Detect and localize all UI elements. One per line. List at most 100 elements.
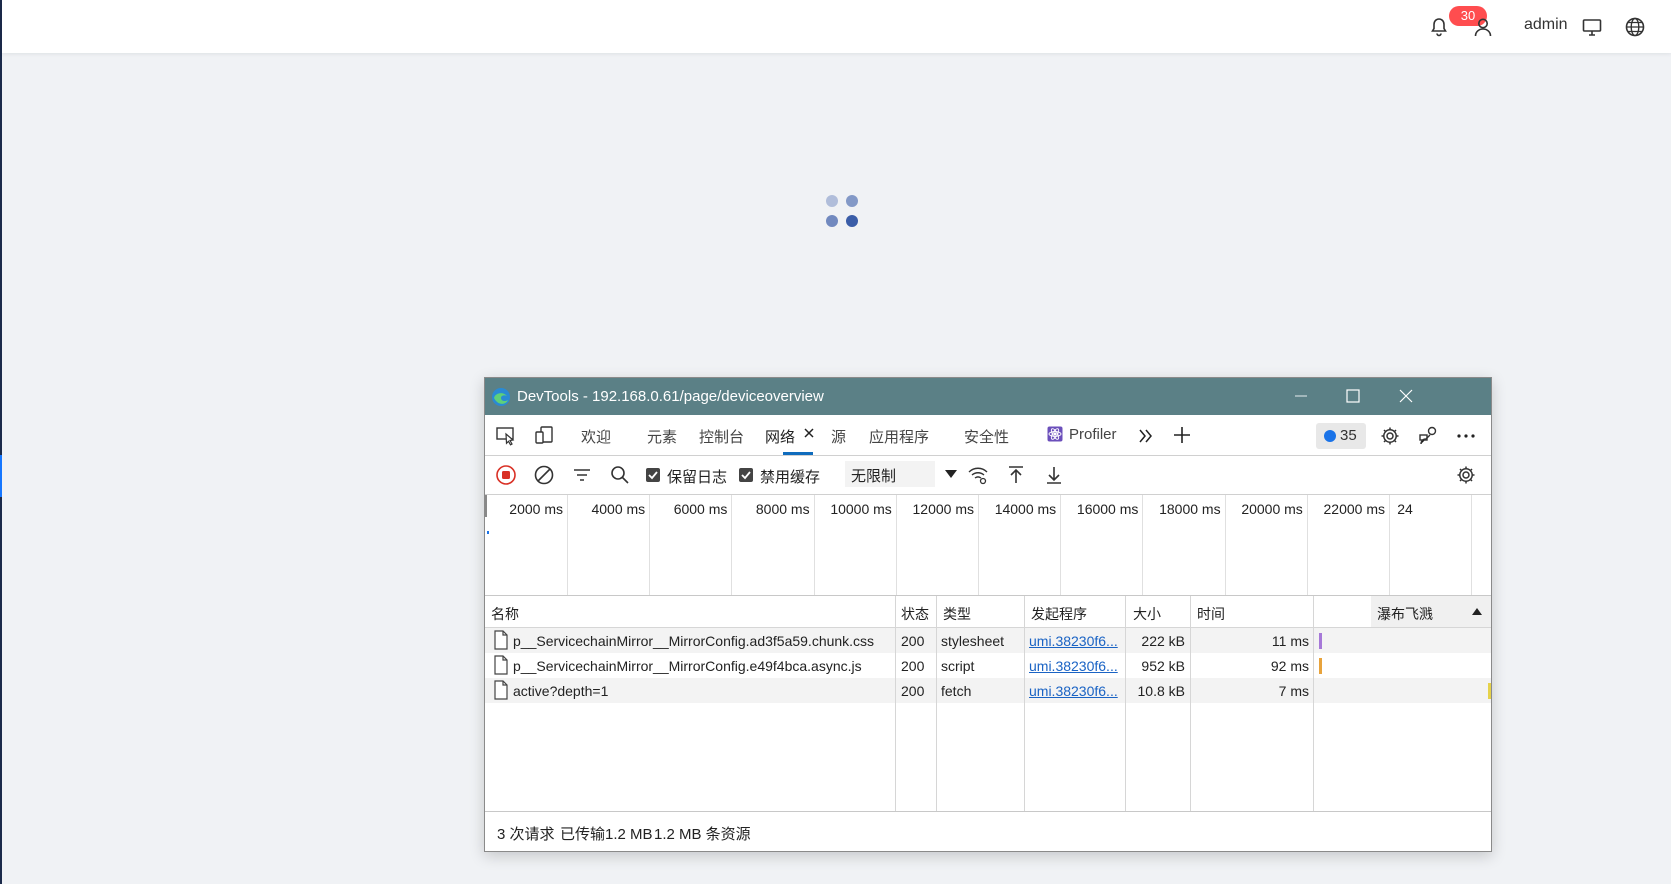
tab-network[interactable]: 网络 <box>765 426 795 447</box>
column-divider[interactable] <box>936 596 937 812</box>
close-tab-icon[interactable] <box>801 425 817 441</box>
more-options-icon[interactable] <box>1455 425 1477 447</box>
close-icon[interactable] <box>1392 384 1420 408</box>
request-size: 952 kB <box>1141 658 1185 674</box>
bell-icon[interactable] <box>1428 16 1450 38</box>
gear-icon[interactable] <box>1379 425 1401 447</box>
timeline-gridline <box>1060 495 1062 595</box>
timeline-tick-label: 2000 ms <box>509 501 563 517</box>
request-table: 名称 状态 类型 发起程序 大小 时间 瀑布飞溅 p__Servicechain… <box>485 596 1491 812</box>
timeline-gridline <box>567 495 568 595</box>
column-initiator[interactable]: 发起程序 <box>1031 604 1087 624</box>
request-name: p__ServicechainMirror__MirrorConfig.e49f… <box>513 658 862 674</box>
network-status-bar: 3 次请求 已传输1.2 MB 1.2 MB 条资源 <box>485 811 1491 851</box>
preserve-log-checkbox[interactable] <box>646 468 660 482</box>
network-conditions-icon[interactable] <box>967 464 989 486</box>
request-count: 3 次请求 <box>497 826 555 843</box>
record-stop-icon[interactable] <box>495 464 517 486</box>
devtools-tab-bar: 欢迎 元素 控制台 网络 源 应用程序 安全性 Profiler 35 <box>485 415 1491 456</box>
device-emulation-icon[interactable] <box>533 424 555 446</box>
user-icon[interactable] <box>1472 16 1494 38</box>
request-name: p__ServicechainMirror__MirrorConfig.ad3f… <box>513 633 875 649</box>
timeline-gridline <box>1471 495 1473 595</box>
column-divider[interactable] <box>1125 596 1126 812</box>
timeline-tick-label: 14000 ms <box>994 501 1057 517</box>
column-divider[interactable] <box>1313 596 1314 812</box>
edge-logo-icon <box>491 387 511 407</box>
tab-profiler[interactable]: Profiler <box>1069 426 1117 443</box>
request-type: fetch <box>941 683 972 699</box>
timeline-gridline <box>1389 495 1390 595</box>
tab-security[interactable]: 安全性 <box>964 426 1009 447</box>
column-size[interactable]: 大小 <box>1133 604 1161 624</box>
connected-devices-icon[interactable] <box>1417 425 1439 447</box>
table-row[interactable]: p__ServicechainMirror__MirrorConfig.ad3f… <box>485 628 1491 653</box>
disable-cache-checkbox[interactable] <box>739 468 753 482</box>
column-status[interactable]: 状态 <box>901 604 929 624</box>
download-icon[interactable] <box>1043 464 1065 486</box>
column-divider[interactable] <box>1190 596 1191 812</box>
file-icon <box>493 655 509 675</box>
username-label[interactable]: admin <box>1524 16 1568 34</box>
tab-welcome[interactable]: 欢迎 <box>581 426 611 447</box>
sidebar-edge <box>0 0 2 884</box>
top-header: 30 admin <box>2 0 1671 53</box>
add-tab-icon[interactable] <box>1171 424 1193 446</box>
request-initiator-link[interactable]: umi.38230f6... <box>1029 683 1118 699</box>
request-initiator-link[interactable]: umi.38230f6... <box>1029 633 1118 649</box>
overview-start-marker <box>485 495 487 517</box>
waterfall-bar <box>1319 658 1322 674</box>
timeline-tick-label: 10000 ms <box>830 501 892 517</box>
column-divider[interactable] <box>895 596 896 812</box>
tab-sources[interactable]: 源 <box>831 426 846 447</box>
file-icon <box>493 630 509 650</box>
devtools-title: DevTools - 192.168.0.61/page/deviceoverv… <box>517 388 824 405</box>
column-time[interactable]: 时间 <box>1197 604 1225 624</box>
inspect-element-icon[interactable] <box>495 424 517 446</box>
timeline-gridline <box>731 495 733 595</box>
table-row[interactable]: active?depth=1 200 fetch umi.38230f6... … <box>485 678 1491 703</box>
more-tabs-icon[interactable] <box>1135 425 1157 447</box>
minimize-icon[interactable] <box>1287 384 1315 408</box>
maximize-icon[interactable] <box>1339 384 1367 408</box>
globe-icon[interactable] <box>1624 16 1646 38</box>
clear-icon[interactable] <box>533 464 555 486</box>
monitor-icon[interactable] <box>1581 16 1603 38</box>
request-type: script <box>941 658 975 674</box>
tab-elements[interactable]: 元素 <box>647 426 677 447</box>
filter-icon[interactable] <box>571 464 593 486</box>
network-overview-timeline[interactable]: 2000 ms 4000 ms 6000 ms 8000 ms 10000 ms 1200… <box>485 495 1491 596</box>
timeline-gridline <box>649 495 651 595</box>
timeline-tick-label: 8000 ms <box>755 501 810 517</box>
tab-application[interactable]: 应用程序 <box>869 426 929 447</box>
tab-console[interactable]: 控制台 <box>699 426 744 447</box>
loading-spinner <box>826 195 862 231</box>
network-settings-icon[interactable] <box>1455 464 1477 486</box>
search-icon[interactable] <box>609 464 631 486</box>
request-time: 11 ms <box>1271 633 1309 649</box>
column-name[interactable]: 名称 <box>491 604 519 624</box>
preserve-log-label[interactable]: 保留日志 <box>667 466 727 487</box>
column-type[interactable]: 类型 <box>943 604 971 624</box>
sidebar-active-indicator <box>0 455 2 497</box>
transferred-size: 已传输1.2 MB <box>560 826 653 843</box>
upload-icon[interactable] <box>1005 464 1027 486</box>
devtools-title-bar[interactable]: DevTools - 192.168.0.61/page/deviceoverv… <box>485 378 1491 415</box>
request-time: 92 ms <box>1270 658 1309 674</box>
column-divider[interactable] <box>1024 596 1025 812</box>
chevron-down-icon[interactable] <box>945 470 957 478</box>
request-time: 7 ms <box>1278 683 1309 699</box>
issues-counter[interactable]: 35 <box>1316 423 1366 449</box>
request-table-header: 名称 状态 类型 发起程序 大小 时间 瀑布飞溅 <box>485 596 1491 628</box>
timeline-tick-label: 22000 ms <box>1323 501 1385 517</box>
column-waterfall: 瀑布飞溅 <box>1377 606 1433 622</box>
table-row[interactable]: p__ServicechainMirror__MirrorConfig.e49f… <box>485 653 1491 678</box>
request-initiator-link[interactable]: umi.38230f6... <box>1029 658 1118 674</box>
timeline-tick-label: 4000 ms <box>591 501 646 517</box>
throttling-select[interactable]: 无限制 <box>845 461 935 487</box>
disable-cache-label[interactable]: 禁用缓存 <box>760 466 820 487</box>
sort-ascending-icon[interactable] <box>1472 608 1482 615</box>
overview-request-mark <box>487 531 489 534</box>
timeline-tick-label: 6000 ms <box>673 501 728 517</box>
request-status: 200 <box>901 633 925 649</box>
